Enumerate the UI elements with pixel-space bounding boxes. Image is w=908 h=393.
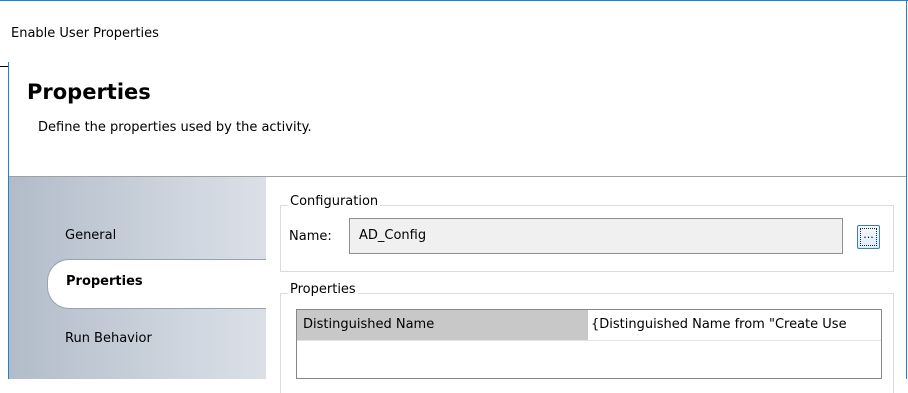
page-title: Properties bbox=[27, 80, 151, 104]
page-subtitle: Define the properties used by the activi… bbox=[38, 120, 312, 135]
window-border bbox=[906, 0, 907, 379]
content-panel: Configuration Name: AD_Config ... Proper… bbox=[266, 177, 906, 393]
row-divider bbox=[297, 340, 881, 341]
configuration-name-field[interactable]: AD_Config bbox=[349, 218, 843, 254]
divider bbox=[0, 66, 8, 67]
nav-item-label: Properties bbox=[66, 274, 143, 289]
property-value-cell[interactable]: {Distinguished Name from "Create Use bbox=[588, 310, 881, 340]
nav-item-run-behavior[interactable]: Run Behavior bbox=[65, 331, 152, 346]
sidebar-nav: General Properties Run Behavior bbox=[9, 177, 279, 379]
configuration-legend: Configuration bbox=[288, 194, 381, 209]
properties-legend: Properties bbox=[288, 282, 358, 297]
dialog-window: Enable User Properties Properties Define… bbox=[0, 0, 908, 393]
nav-item-properties[interactable]: Properties bbox=[47, 259, 279, 309]
browse-button[interactable]: ... bbox=[857, 225, 880, 249]
property-name-cell[interactable]: Distinguished Name bbox=[297, 310, 588, 340]
ellipsis-icon: ... bbox=[860, 228, 877, 246]
window-border bbox=[0, 0, 908, 1]
window-title: Enable User Properties bbox=[11, 26, 159, 41]
nav-item-general[interactable]: General bbox=[65, 228, 116, 243]
properties-grid: Distinguished Name {Distinguished Name f… bbox=[296, 309, 882, 379]
name-label: Name: bbox=[289, 229, 332, 244]
